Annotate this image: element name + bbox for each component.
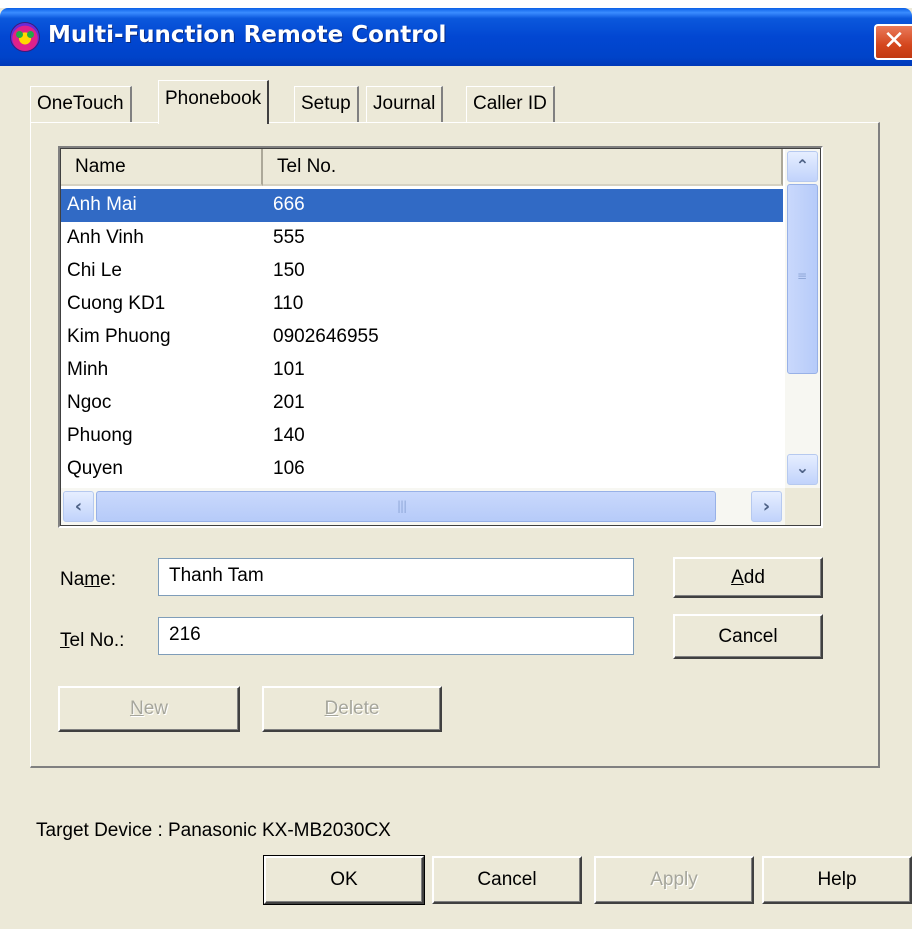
close-button[interactable]: ✕ <box>874 24 912 60</box>
new-button[interactable]: New <box>58 686 240 732</box>
dialog-window: Multi-Function Remote Control ✕ OneTouch… <box>0 8 912 929</box>
cancel-button[interactable]: Cancel <box>432 856 582 904</box>
help-button[interactable]: Help <box>762 856 912 904</box>
tab-phonebook[interactable]: Phonebook <box>158 80 270 124</box>
chevron-down-icon: ⌄ <box>795 458 810 477</box>
column-header-tel[interactable]: Tel No. <box>263 149 783 186</box>
list-item[interactable]: Anh Vinh 555 <box>61 222 783 255</box>
list-header: Name Tel No. <box>61 149 783 186</box>
chevron-up-icon: ⌃ <box>795 156 810 175</box>
phonebook-list[interactable]: Name Tel No. Anh Mai 666 Anh Vinh 555 Ch… <box>58 146 823 528</box>
scroll-down-button[interactable]: ⌄ <box>787 454 818 485</box>
delete-button[interactable]: Delete <box>262 686 442 732</box>
horizontal-scrollbar[interactable]: ‹ ||| › <box>61 488 785 525</box>
tab-onetouch[interactable]: OneTouch <box>30 86 132 122</box>
vertical-scroll-thumb[interactable]: ≡ <box>787 184 818 374</box>
window-title: Multi-Function Remote Control <box>48 22 447 48</box>
title-bar[interactable]: Multi-Function Remote Control ✕ <box>0 8 912 66</box>
tel-label: Tel No.: <box>60 630 125 651</box>
apply-button[interactable]: Apply <box>594 856 754 904</box>
name-input[interactable]: Thanh Tam <box>158 558 634 596</box>
tab-journal[interactable]: Journal <box>366 86 444 122</box>
column-header-name[interactable]: Name <box>61 149 263 186</box>
list-item[interactable]: Ngoc 201 <box>61 387 783 420</box>
grip-icon: ≡ <box>797 269 807 283</box>
add-button[interactable]: Add <box>673 557 823 598</box>
chevron-right-icon: › <box>762 496 771 517</box>
app-icon <box>10 22 40 52</box>
scroll-left-button[interactable]: ‹ <box>63 491 94 522</box>
list-item[interactable]: Anh Mai 666 <box>61 189 783 222</box>
list-item[interactable]: Phuong 140 <box>61 420 783 453</box>
cancel-edit-button[interactable]: Cancel <box>673 614 823 659</box>
tel-input[interactable]: 216 <box>158 617 634 655</box>
ok-button[interactable]: OK <box>263 855 425 905</box>
list-item[interactable]: Minh 101 <box>61 354 783 387</box>
grip-icon: ||| <box>397 499 407 513</box>
list-item[interactable]: Kim Phuong 0902646955 <box>61 321 783 354</box>
scroll-right-button[interactable]: › <box>751 491 782 522</box>
list-rows: Anh Mai 666 Anh Vinh 555 Chi Le 150 Cuon… <box>61 189 783 489</box>
list-item[interactable]: Chi Le 150 <box>61 255 783 288</box>
chevron-left-icon: ‹ <box>74 496 83 517</box>
scroll-corner <box>785 488 820 525</box>
target-device-label: Target Device : Panasonic KX-MB2030CX <box>36 820 391 841</box>
vertical-scrollbar[interactable]: ⌃ ≡ ⌄ <box>785 149 820 488</box>
close-icon: ✕ <box>883 26 905 56</box>
name-label: Name: <box>60 569 116 590</box>
list-item[interactable]: Cuong KD1 110 <box>61 288 783 321</box>
scroll-up-button[interactable]: ⌃ <box>787 151 818 182</box>
tab-caller-id[interactable]: Caller ID <box>466 86 555 122</box>
horizontal-scroll-thumb[interactable]: ||| <box>96 491 716 522</box>
tab-setup[interactable]: Setup <box>294 86 359 122</box>
